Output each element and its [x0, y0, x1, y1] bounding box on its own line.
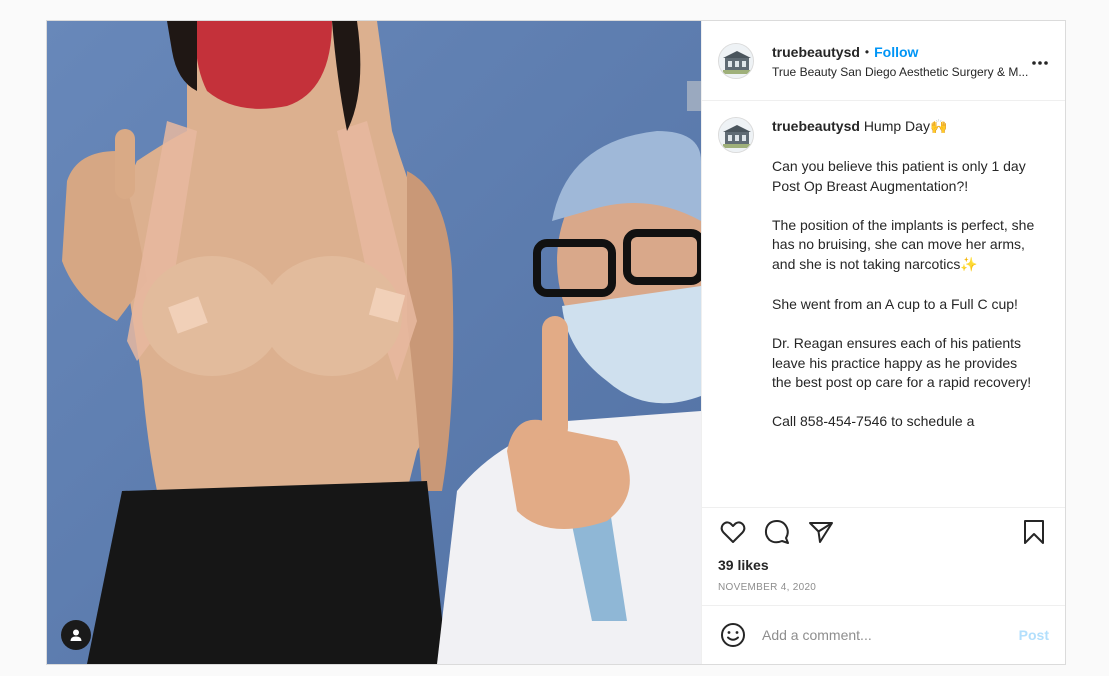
action-bar	[702, 507, 1065, 555]
caption-username[interactable]: truebeautysd	[772, 118, 860, 134]
header-text: truebeautysd • Follow True Beauty San Di…	[772, 43, 1049, 79]
smiley-icon	[721, 623, 745, 647]
comment-input[interactable]	[762, 627, 1019, 643]
heart-icon	[720, 520, 746, 543]
comment-bubble-icon	[764, 519, 789, 544]
caption-paragraph: The position of the implants is perfect,…	[772, 216, 1035, 273]
clinic-logo-avatar	[719, 118, 753, 152]
caption-first-line: truebeautysd Hump Day🙌	[772, 117, 1038, 138]
caption-paragraph: Can you believe this patient is only 1 d…	[772, 158, 1026, 194]
more-dots-icon	[1032, 61, 1048, 65]
user-tag-icon	[70, 629, 82, 641]
caption-title: Hump Day	[863, 118, 930, 134]
post-side-panel: truebeautysd • Follow True Beauty San Di…	[701, 21, 1065, 664]
caption-paragraph: Call 858-454-7546 to schedule a	[772, 413, 975, 430]
account-username[interactable]: truebeautysd	[772, 43, 860, 61]
caption-paragraph: Dr. Reagan ensures each of his patients …	[772, 335, 1032, 391]
account-location[interactable]: True Beauty San Diego Aesthetic Surgery …	[772, 65, 1049, 79]
caption-paragraph: She went from an A cup to a Full C cup!	[772, 296, 1018, 313]
post-date[interactable]: NOVEMBER 4, 2020	[702, 579, 1065, 605]
caption-area: truebeautysd Hump Day🙌 Can you believe t…	[702, 101, 1065, 507]
bookmark-icon	[1024, 519, 1044, 544]
avatar[interactable]	[718, 42, 754, 79]
photo-illustration	[47, 21, 701, 664]
raised-hands-icon: 🙌	[929, 119, 948, 135]
more-options-button[interactable]	[1031, 51, 1049, 69]
comment-button[interactable]	[762, 517, 792, 547]
save-button[interactable]	[1019, 517, 1049, 547]
post-header: truebeautysd • Follow True Beauty San Di…	[702, 21, 1065, 101]
like-button[interactable]	[718, 517, 748, 547]
sparkle-icon: ✨	[960, 256, 978, 273]
tagged-users-button[interactable]	[61, 620, 91, 650]
clinic-logo-avatar	[719, 43, 753, 78]
caption-avatar[interactable]	[718, 117, 754, 153]
instagram-post: truebeautysd • Follow True Beauty San Di…	[46, 20, 1066, 665]
likes-count[interactable]: 39 likes	[702, 555, 1065, 579]
follow-button[interactable]: Follow	[874, 43, 918, 61]
emoji-picker-button[interactable]	[718, 620, 748, 650]
share-button[interactable]	[806, 517, 836, 547]
separator-dot: •	[864, 44, 870, 59]
paper-plane-icon	[809, 521, 833, 543]
post-photo[interactable]	[47, 21, 701, 664]
post-comment-button[interactable]: Post	[1019, 627, 1049, 643]
header-top-row: truebeautysd • Follow	[772, 43, 1049, 61]
add-comment-bar: Post	[702, 605, 1065, 664]
caption-text: truebeautysd Hump Day🙌 Can you believe t…	[772, 117, 1038, 507]
